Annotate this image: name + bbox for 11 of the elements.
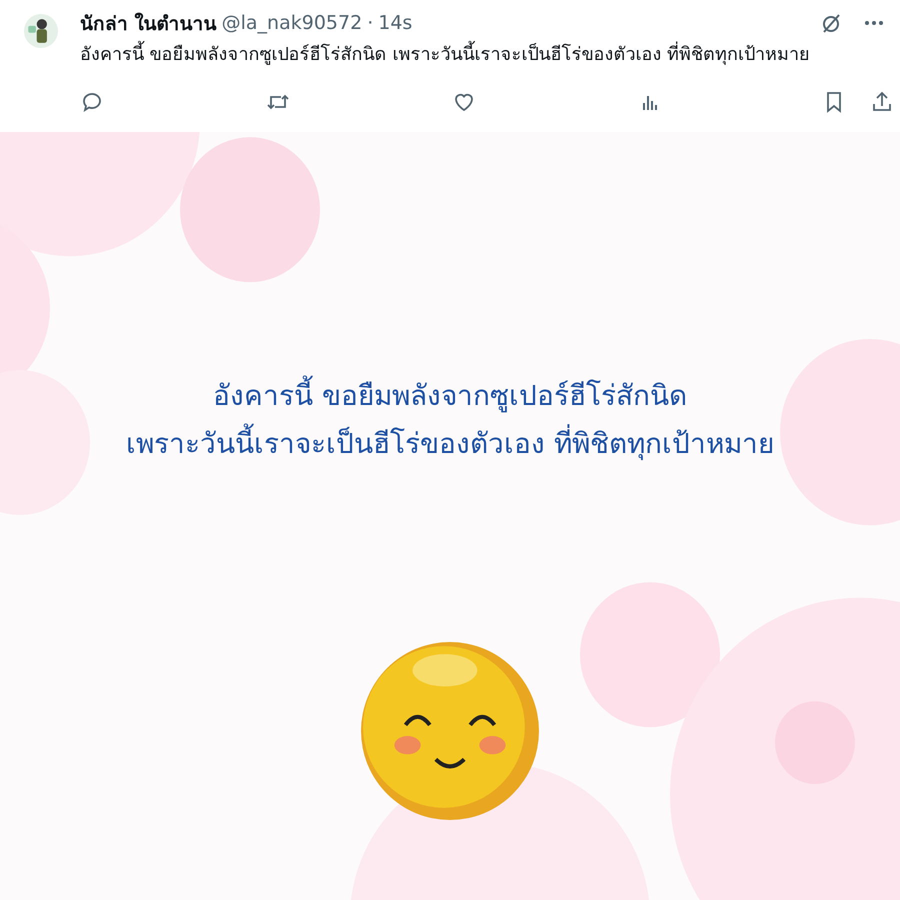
image-caption: อังคารนี้ ขอยืมพลังจากซูเปอร์ฮีโร่สักนิด <box>126 372 774 420</box>
reply-icon[interactable] <box>80 90 104 114</box>
avatar-icon[interactable] <box>24 14 58 48</box>
author-name[interactable]: นักล่า ในตำนาน <box>80 8 217 38</box>
image-caption: เพราะวันนี้เราจะเป็นฮีโร่ของตัวเอง ที่พิชิตทุกเป้าหมาย <box>126 420 774 468</box>
post-text: อังคารนี้ ขอยืมพลังจากซูเปอร์ฮีโร่สักนิด เพราะวันนี้เราจะเป็นฮีโร่ของตัวเอง ที่พิชิตทุกเป้าหมาย <box>80 40 886 70</box>
smiling-face-icon <box>359 640 541 822</box>
share-icon[interactable] <box>870 90 894 114</box>
post-time[interactable]: 14s <box>378 12 412 34</box>
separator-dot: · <box>367 12 374 34</box>
author-handle[interactable]: @la_nak90572 <box>222 12 362 34</box>
